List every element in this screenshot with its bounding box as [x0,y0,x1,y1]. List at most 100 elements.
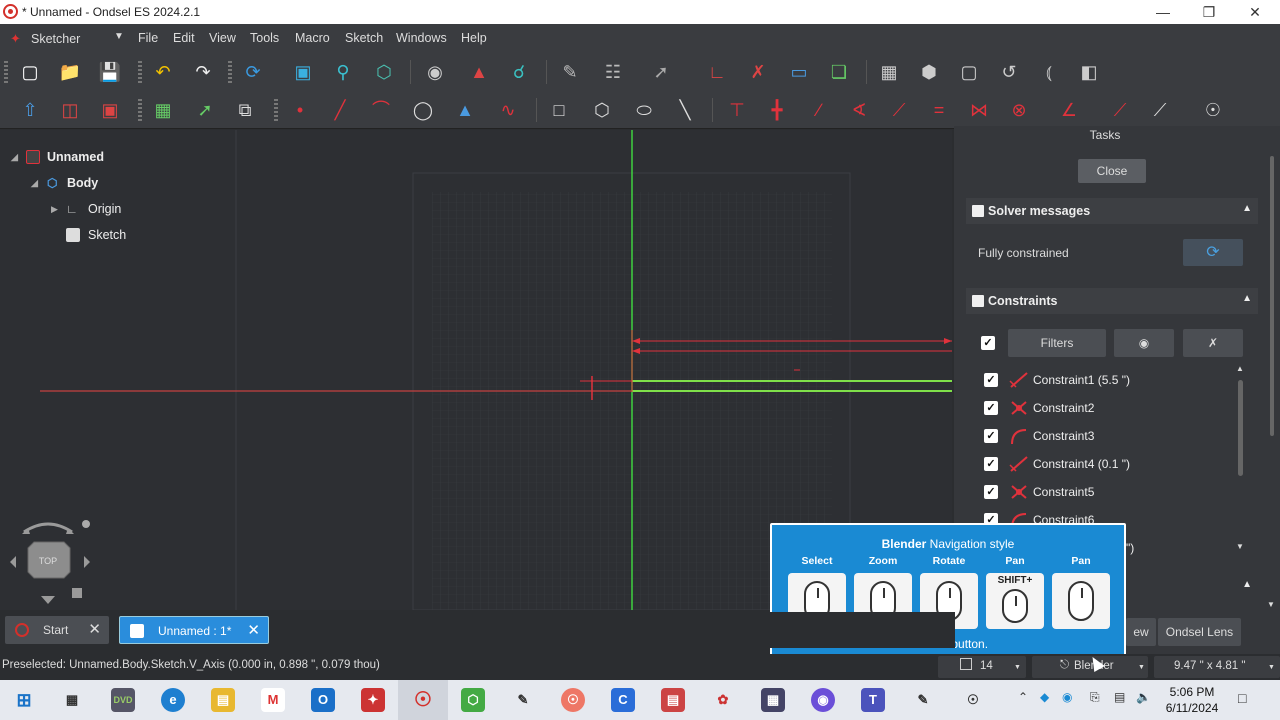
expanded-arrow-icon[interactable]: ◢ [11,152,18,163]
toolbar-grip[interactable] [228,61,232,83]
zoom-icon[interactable]: ☌ [506,59,532,85]
solver-messages-header[interactable]: Solver messages ▲ [966,198,1258,224]
view-button[interactable]: ew [1126,618,1156,646]
tray-icon[interactable]: ◆ [1040,690,1049,704]
constraint-checkbox[interactable]: ✓ [984,373,998,387]
notifications-icon[interactable]: □ [1238,690,1246,706]
construction-toggle-icon[interactable]: ⟋ [1147,97,1173,123]
file-explorer-icon[interactable]: ▤ [211,688,235,712]
block-constraint-icon[interactable]: ⊗ [1006,97,1032,123]
network-icon[interactable]: ▤ [1114,690,1125,704]
ondsel-taskbar-icon[interactable]: ☉ [411,688,435,712]
export-icon[interactable]: ⇧ [17,97,43,123]
navigation-cube[interactable]: TOP [6,518,98,608]
whats-this-icon[interactable]: ➚ [648,59,674,85]
close-window-button[interactable]: ✕ [1232,0,1278,24]
orange-app-icon[interactable]: ☉ [561,688,585,712]
constraint-row[interactable]: ✓ Constraint5 [978,478,1238,506]
close-tab-icon[interactable]: ✕ [88,620,101,638]
task-view-icon[interactable]: ▦ [60,688,84,712]
toolbar-grip[interactable] [4,61,8,83]
refresh-icon[interactable]: ⟳ [240,59,266,85]
usb-icon[interactable]: ⎘ [1090,690,1100,705]
tree-item-body[interactable]: ◢ ⬡ Body [0,171,230,197]
toolbar-grip[interactable] [138,99,142,121]
pocket-icon[interactable]: ⬢ [916,59,942,85]
circle-icon[interactable]: ◯ [410,97,436,123]
grid-size-selector[interactable]: 14 ▼ [938,656,1026,678]
scrollbar-thumb[interactable] [1238,380,1243,476]
grid-icon[interactable]: ▦ [150,97,176,123]
collapsed-arrow-icon[interactable]: ▶ [51,204,58,215]
auto-update-button[interactable]: ⟳ [1183,239,1243,266]
sweep-icon[interactable]: ◧ [1076,59,1102,85]
menu-edit[interactable]: Edit [173,31,195,45]
app-icon[interactable]: ☉ [961,688,985,712]
map-sketch-icon[interactable]: ❏ [826,59,852,85]
arc-icon[interactable]: ⌒ [368,97,394,123]
outlook-icon[interactable]: O [311,688,335,712]
menu-macro[interactable]: Macro [295,31,330,45]
minimize-button[interactable]: — [1140,0,1186,24]
pen-app-icon[interactable]: ✎ [511,688,535,712]
paint-app-icon[interactable]: ✿ [711,688,735,712]
measure-icon[interactable]: ✎ [557,59,583,85]
filters-button[interactable]: Filters [1008,329,1106,357]
horizontal-constraint-icon[interactable]: ╋ [764,97,790,123]
menu-tools[interactable]: Tools [250,31,279,45]
teams-icon[interactable]: T [861,688,885,712]
coincident-constraint-icon[interactable]: ⊤ [724,97,750,123]
expanded-arrow-icon[interactable]: ◢ [31,178,38,189]
isometric-view-icon[interactable]: ⬡ [371,59,397,85]
menu-sketch[interactable]: Sketch [345,31,383,45]
workbench-selector[interactable]: ✦ Sketcher ▼ [4,28,128,50]
tree-item-sketch[interactable]: Sketch [0,223,230,249]
settings-button[interactable]: ✗ [1183,329,1243,357]
menu-help[interactable]: Help [461,31,487,45]
view-section-icon[interactable]: ▣ [97,97,123,123]
parallel-constraint-icon[interactable]: ∕ [806,97,832,123]
validate-sketch-icon[interactable]: ☉ [1200,97,1226,123]
polygon-icon[interactable]: ⬡ [589,97,615,123]
bspline-icon[interactable]: ∿ [495,97,521,123]
menu-file[interactable]: File [138,31,158,45]
tray-app-icon[interactable]: ◉ [1062,690,1072,704]
gmail-icon[interactable]: M [261,688,285,712]
rectangle-icon[interactable]: □ [546,97,572,123]
equal-constraint-icon[interactable]: = [926,97,952,123]
constraint-row[interactable]: ✓ Constraint1 (5.5 ") [978,366,1238,394]
close-task-button[interactable]: Close [1078,159,1146,183]
chevron-up-icon[interactable]: ⌃ [1018,690,1028,704]
clock[interactable]: 5:06 PM 6/11/2024 [1160,684,1224,716]
scroll-down-icon[interactable]: ▼ [1236,542,1244,551]
clearance-icon[interactable]: ☷ [600,59,626,85]
point-icon[interactable]: • [287,97,313,123]
angle-constraint-icon[interactable]: ∠ [1056,97,1082,123]
film-app-icon[interactable]: ▦ [761,688,785,712]
c-app-icon[interactable]: C [611,688,635,712]
slot-icon[interactable]: ⬭ [631,97,657,123]
fit-all-icon[interactable]: ▣ [290,59,316,85]
dimensions-display[interactable]: 9.47 " x 4.81 " ▼ [1154,656,1280,678]
constraint-checkbox[interactable]: ✓ [984,485,998,499]
edge-browser-icon[interactable]: e [161,688,185,712]
visibility-button[interactable]: ◉ [1114,329,1174,357]
draw-style-icon[interactable]: ◉ [422,59,448,85]
volume-icon[interactable]: 🔈 [1136,690,1151,704]
rendering-order-icon[interactable]: ⧉ [232,97,258,123]
restore-button[interactable]: ❐ [1186,0,1232,24]
toolbar-grip[interactable] [138,61,142,83]
tree-item-unnamed[interactable]: ◢ Unnamed [0,145,230,171]
loft-icon[interactable]: ⦅ [1036,59,1062,85]
red-app-icon[interactable]: ▤ [661,688,685,712]
windows-start-icon[interactable]: ⊞ [12,688,36,712]
discord-icon[interactable]: ◉ [811,688,835,712]
dvd-app-icon[interactable]: DVD [111,688,135,712]
sketch-create-icon[interactable]: ∟ [704,59,730,85]
constraints-header[interactable]: Constraints ▲ [966,288,1258,314]
tab-start[interactable]: Start ✕ [5,616,109,644]
constraint-row[interactable]: ✓ Constraint3 [978,422,1238,450]
fit-selection-icon[interactable]: ⚲ [330,59,356,85]
menu-windows[interactable]: Windows [396,31,447,45]
new-file-icon[interactable]: ▢ [17,59,43,85]
